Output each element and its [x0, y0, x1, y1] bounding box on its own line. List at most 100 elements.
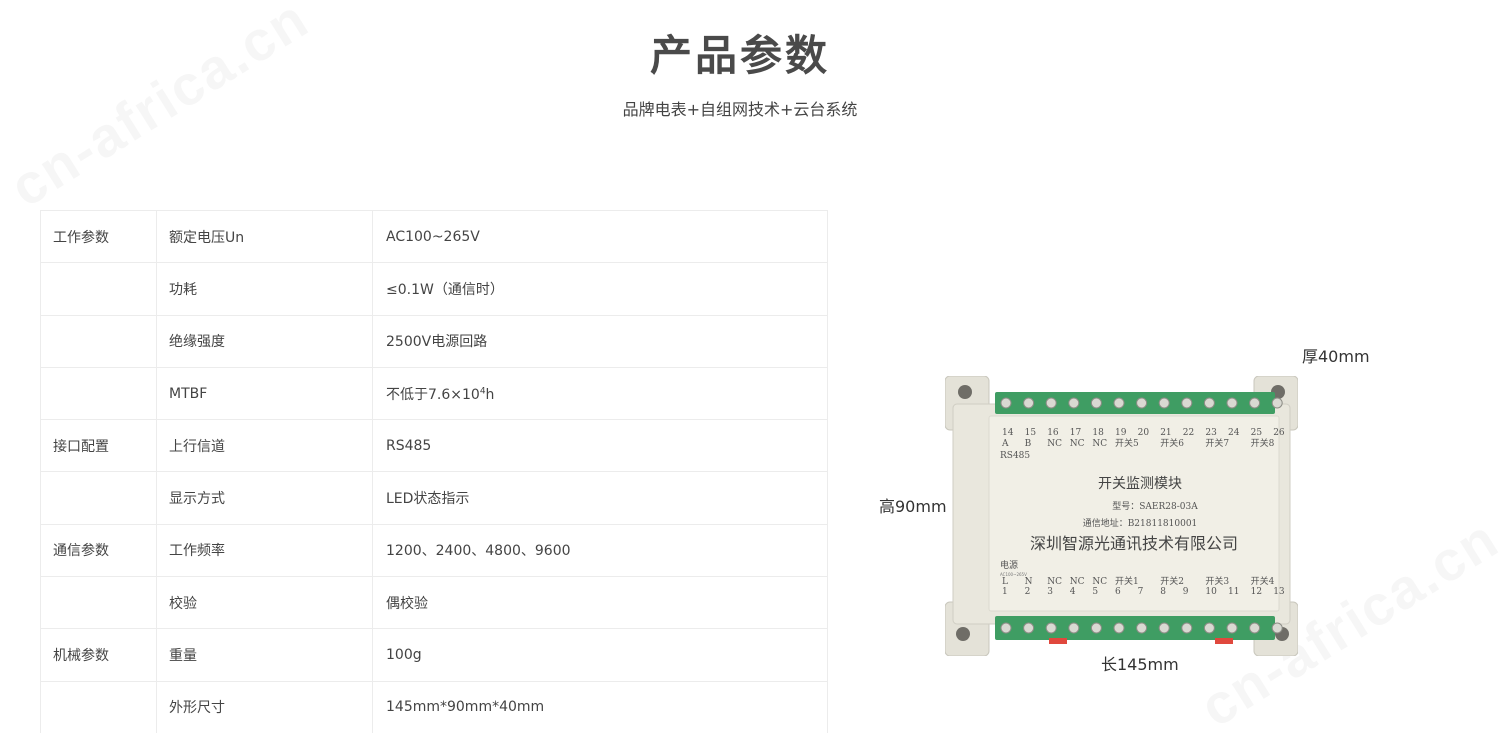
- terminal-number: 2: [1025, 587, 1031, 597]
- power-label: 电源: [1000, 559, 1018, 571]
- terminal-number: 14: [1002, 428, 1014, 438]
- param-name: 额定电压Un: [156, 209, 373, 264]
- terminal-screw: [1068, 397, 1080, 409]
- param-name: 工作频率: [156, 523, 373, 578]
- terminal-number: 22: [1183, 428, 1194, 438]
- terminal-number: 15: [1025, 428, 1037, 438]
- param-group: [40, 314, 157, 368]
- terminal-number: 10: [1205, 587, 1217, 597]
- terminal-number: 4: [1070, 587, 1076, 597]
- table-row: MTBF 不低于7.6×104h: [40, 366, 828, 421]
- terminal-signal: 开关1: [1115, 575, 1139, 587]
- table-row: 显示方式 LED状态指示: [40, 471, 828, 525]
- terminal-screw: [1226, 397, 1238, 409]
- terminal-screw: [1249, 397, 1261, 409]
- param-value: 2500V电源回路: [372, 314, 828, 368]
- terminal-screw: [1000, 622, 1012, 634]
- terminal-signal: 开关8: [1251, 437, 1275, 449]
- length-dimension: 长145mm: [1101, 655, 1179, 674]
- terminal-screw: [1113, 397, 1125, 409]
- terminal-number: 5: [1092, 587, 1098, 597]
- param-group: [40, 680, 157, 733]
- terminal-screw: [1068, 622, 1080, 634]
- terminal-screw: [1000, 397, 1012, 409]
- terminal-signal: NC: [1047, 439, 1062, 449]
- terminal-number: 6: [1115, 587, 1121, 597]
- comm-address: 通信地址：B21811810001: [1083, 517, 1198, 529]
- terminal-number: 23: [1205, 428, 1217, 438]
- terminal-number: 8: [1160, 587, 1166, 597]
- terminal-signal: 开关4: [1251, 575, 1275, 587]
- terminal-signal: 开关6: [1160, 437, 1184, 449]
- param-name: 显示方式: [156, 471, 373, 525]
- terminal-signal: NC: [1070, 577, 1085, 587]
- terminal-screw: [1226, 622, 1238, 634]
- terminal-number: 26: [1273, 428, 1285, 438]
- terminal-number: 9: [1183, 587, 1189, 597]
- table-row: 功耗 ≤0.1W（通信时）: [40, 262, 828, 316]
- terminal-screw: [1090, 397, 1102, 409]
- terminal-number: 19: [1115, 428, 1127, 438]
- thickness-dimension: 厚40mm: [1302, 347, 1370, 366]
- terminal-screw: [1203, 397, 1215, 409]
- table-row: 工作参数 额定电压Un AC100~265V: [40, 209, 828, 264]
- terminal-number: 12: [1251, 587, 1262, 597]
- terminal-signal: NC: [1070, 439, 1085, 449]
- terminal-signal: NC: [1047, 577, 1062, 587]
- terminal-signal: L: [1002, 577, 1008, 587]
- param-name: 绝缘强度: [156, 314, 373, 368]
- table-row: 外形尺寸 145mm*90mm*40mm: [40, 680, 828, 733]
- terminal-number: 18: [1092, 428, 1104, 438]
- terminal-screw: [1045, 622, 1057, 634]
- param-value: ≤0.1W（通信时）: [372, 262, 828, 316]
- terminal-screw: [1249, 622, 1261, 634]
- table-row: 机械参数 重量 100g: [40, 628, 828, 682]
- param-group: 机械参数: [40, 628, 157, 682]
- screw-hole: [958, 385, 972, 399]
- param-value: 100g: [372, 628, 828, 682]
- terminal-signal: 开关7: [1205, 437, 1229, 449]
- terminal-screw: [1113, 622, 1125, 634]
- screw-hole: [956, 627, 970, 641]
- param-value: RS485: [372, 419, 828, 473]
- param-value-unit: h: [485, 386, 495, 403]
- terminal-signal: NC: [1092, 577, 1107, 587]
- red-clip: [1049, 638, 1067, 644]
- table-row: 绝缘强度 2500V电源回路: [40, 314, 828, 368]
- param-value: LED状态指示: [372, 471, 828, 525]
- terminal-screw: [1090, 622, 1102, 634]
- param-group: 通信参数: [40, 523, 157, 578]
- terminal-signal: B: [1025, 439, 1032, 449]
- terminal-signal: 开关3: [1205, 575, 1229, 587]
- terminal-signal: 开关5: [1115, 437, 1139, 449]
- terminal-screw: [1181, 622, 1193, 634]
- terminal-screw: [1271, 622, 1283, 634]
- terminal-number: 13: [1273, 587, 1285, 597]
- terminal-number: 20: [1138, 428, 1150, 438]
- terminal-screw: [1136, 397, 1148, 409]
- height-dimension: 高90mm: [879, 497, 947, 516]
- param-value: AC100~265V: [372, 209, 828, 264]
- parameters-table: 工作参数 额定电压Un AC100~265V 功耗 ≤0.1W（通信时） 绝缘强度 2500…: [40, 209, 828, 733]
- company-name: 深圳智源光通讯技术有限公司: [1030, 534, 1238, 553]
- terminal-signal: N: [1025, 577, 1033, 587]
- param-group: 工作参数: [40, 209, 157, 264]
- param-value: 偶校验: [372, 576, 828, 630]
- terminal-screw: [1158, 622, 1170, 634]
- param-name: 上行信道: [156, 419, 373, 473]
- terminal-screw: [1045, 397, 1057, 409]
- page-title: 产品参数: [649, 31, 830, 80]
- terminal-screw: [1203, 622, 1215, 634]
- terminal-number: 21: [1160, 428, 1171, 438]
- terminal-screw: [1181, 397, 1193, 409]
- param-value-text: 不低于7.6×10: [386, 386, 480, 403]
- module-name: 开关监测模块: [1098, 476, 1182, 492]
- terminal-signal: A: [1001, 439, 1009, 449]
- terminal-screw: [1136, 622, 1148, 634]
- param-value: 145mm*90mm*40mm: [372, 680, 828, 733]
- param-group: [40, 366, 157, 421]
- terminal-screw: [1271, 397, 1283, 409]
- terminal-number: 16: [1047, 428, 1059, 438]
- terminal-screw: [1023, 622, 1035, 634]
- table-row: 校验 偶校验: [40, 576, 828, 630]
